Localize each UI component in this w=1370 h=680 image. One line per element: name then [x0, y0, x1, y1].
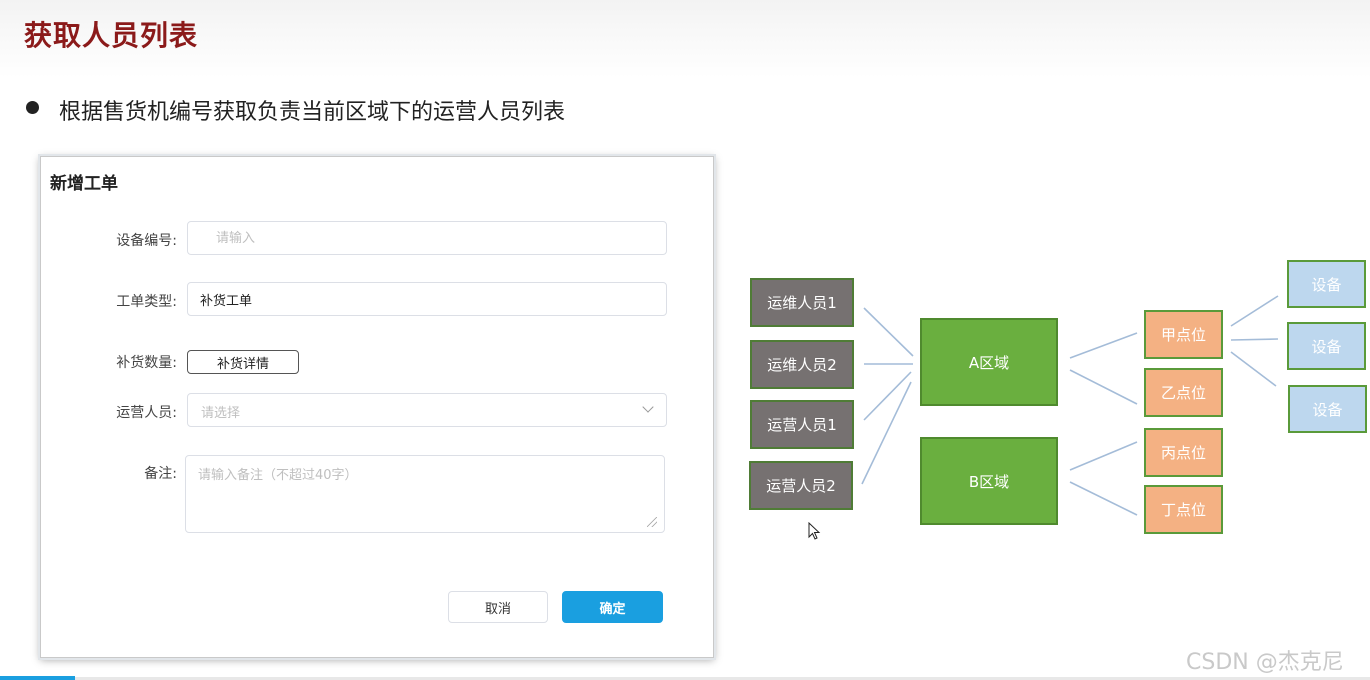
- device-box: 设备: [1288, 385, 1367, 433]
- staff-box: 运营人员1: [750, 400, 854, 449]
- device-box: 设备: [1287, 260, 1366, 308]
- staff-box: 运维人员2: [750, 340, 854, 389]
- connector-line: [1069, 481, 1138, 516]
- watermark: CSDN @杰克尼: [1186, 650, 1344, 675]
- device-box: 设备: [1287, 322, 1366, 370]
- connector-line: [1230, 295, 1279, 327]
- connector-line: [1069, 369, 1138, 405]
- connector-line: [1069, 441, 1138, 471]
- point-box: 丙点位: [1144, 428, 1223, 477]
- progress-bar: [0, 676, 75, 680]
- point-box: 丁点位: [1144, 485, 1223, 534]
- connector-line: [1230, 351, 1277, 387]
- connector-line: [1230, 338, 1279, 341]
- staff-box: 运营人员2: [749, 461, 853, 510]
- staff-box: 运维人员1: [750, 278, 854, 327]
- region-box: B区域: [920, 437, 1058, 525]
- connector-line: [863, 307, 914, 357]
- point-box: 甲点位: [1144, 310, 1223, 359]
- connector-line: [1069, 332, 1138, 359]
- mouse-cursor-icon: [808, 522, 821, 540]
- region-box: A区域: [920, 318, 1058, 406]
- point-box: 乙点位: [1144, 368, 1223, 417]
